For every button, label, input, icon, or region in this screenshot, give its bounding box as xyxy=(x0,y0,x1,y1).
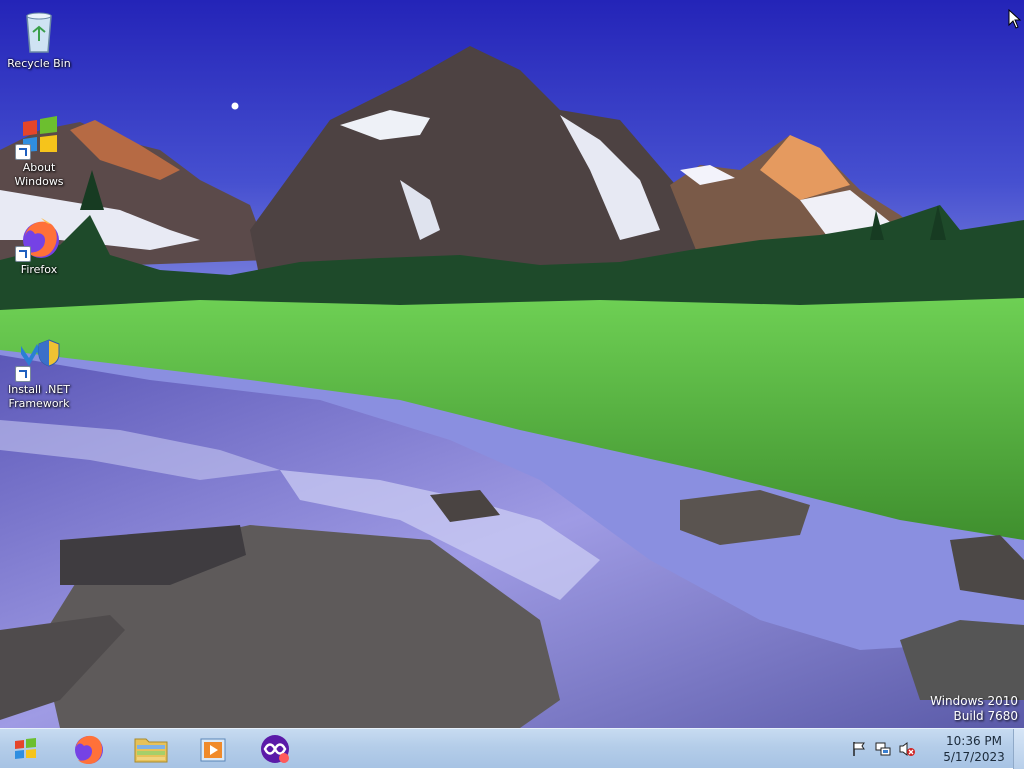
taskbar-app-button[interactable] xyxy=(250,731,300,767)
clock-date: 5/17/2023 xyxy=(943,750,1005,764)
taskbar-explorer-button[interactable] xyxy=(126,731,176,767)
media-player-icon xyxy=(200,738,226,762)
shortcut-arrow-icon xyxy=(15,246,31,262)
show-desktop-button[interactable] xyxy=(1013,729,1024,769)
firefox-shortcut[interactable]: Firefox xyxy=(4,214,74,277)
action-center-flag-icon[interactable] xyxy=(850,740,868,758)
taskbar-firefox-button[interactable] xyxy=(64,731,114,767)
wallpaper-image xyxy=(0,0,1024,728)
windows-start-orb-icon xyxy=(15,738,36,759)
watermark-os-name: Windows 2010 xyxy=(930,694,1018,708)
dotnet-installer-icon xyxy=(15,334,63,382)
watermark-build: Build 7680 xyxy=(953,709,1018,723)
taskbar-media-player-button[interactable] xyxy=(188,731,238,767)
folder-icon xyxy=(134,738,168,763)
about-windows-shortcut[interactable]: About Windows xyxy=(4,112,74,189)
desktop[interactable]: Recycle Bin About Windows Firefox Instal… xyxy=(0,0,1024,728)
recycle-bin-label: Recycle Bin xyxy=(7,57,71,70)
purple-app-icon xyxy=(261,735,289,763)
about-windows-label: About Windows xyxy=(14,161,64,188)
mouse-cursor-icon xyxy=(1008,9,1022,29)
firefox-icon xyxy=(75,735,103,765)
network-icon[interactable] xyxy=(874,740,892,758)
start-button[interactable] xyxy=(4,731,48,767)
shortcut-arrow-icon xyxy=(15,366,31,382)
install-dotnet-shortcut[interactable]: Install .NET Framework xyxy=(4,334,74,411)
taskbar: 10:36 PM 5/17/2023 xyxy=(0,728,1024,769)
clock-time: 10:36 PM xyxy=(946,734,1002,748)
windows-build-watermark: Windows 2010 Build 7680 xyxy=(930,694,1018,724)
recycle-bin-shortcut[interactable]: Recycle Bin xyxy=(4,8,74,71)
taskbar-clock[interactable]: 10:36 PM 5/17/2023 xyxy=(940,733,1008,765)
windows-logo-icon xyxy=(15,112,63,160)
install-dotnet-label: Install .NET Framework xyxy=(7,383,70,410)
firefox-label: Firefox xyxy=(20,263,58,276)
volume-muted-icon[interactable] xyxy=(898,740,916,758)
firefox-icon xyxy=(15,214,63,262)
shortcut-arrow-icon xyxy=(15,144,31,160)
recycle-bin-icon xyxy=(15,8,63,56)
